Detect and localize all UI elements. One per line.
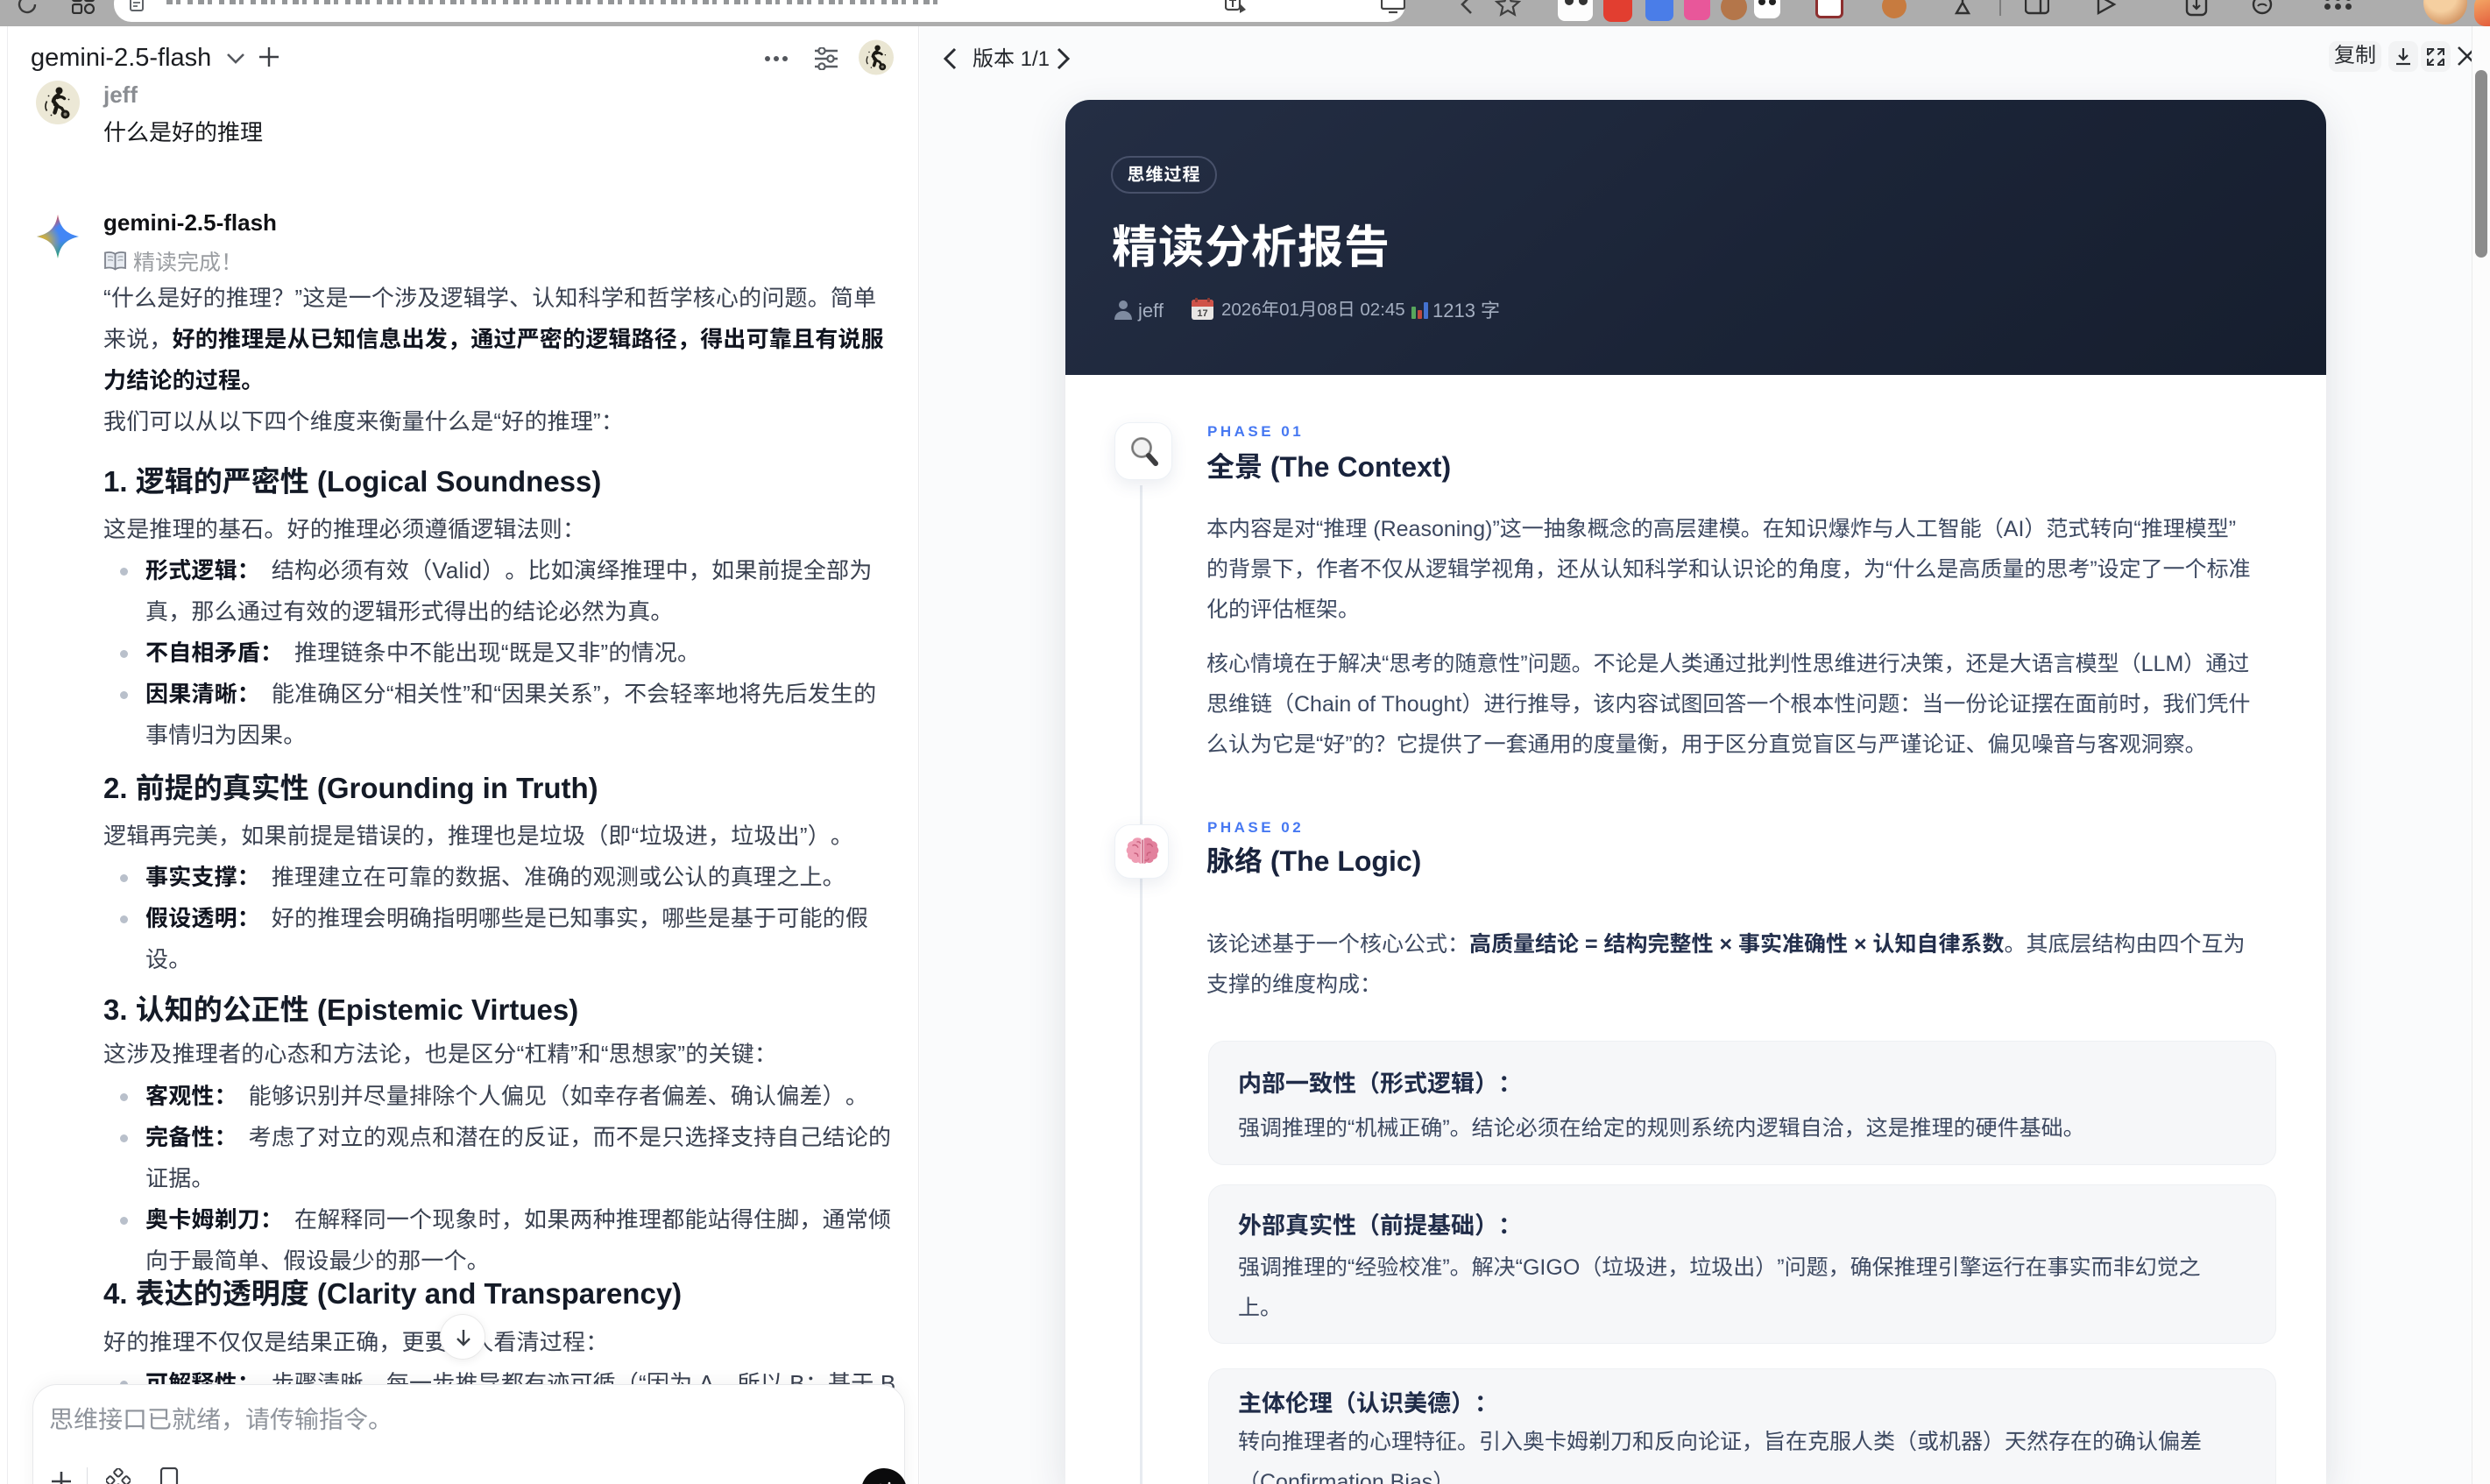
svg-text:17: 17	[1197, 308, 1207, 319]
